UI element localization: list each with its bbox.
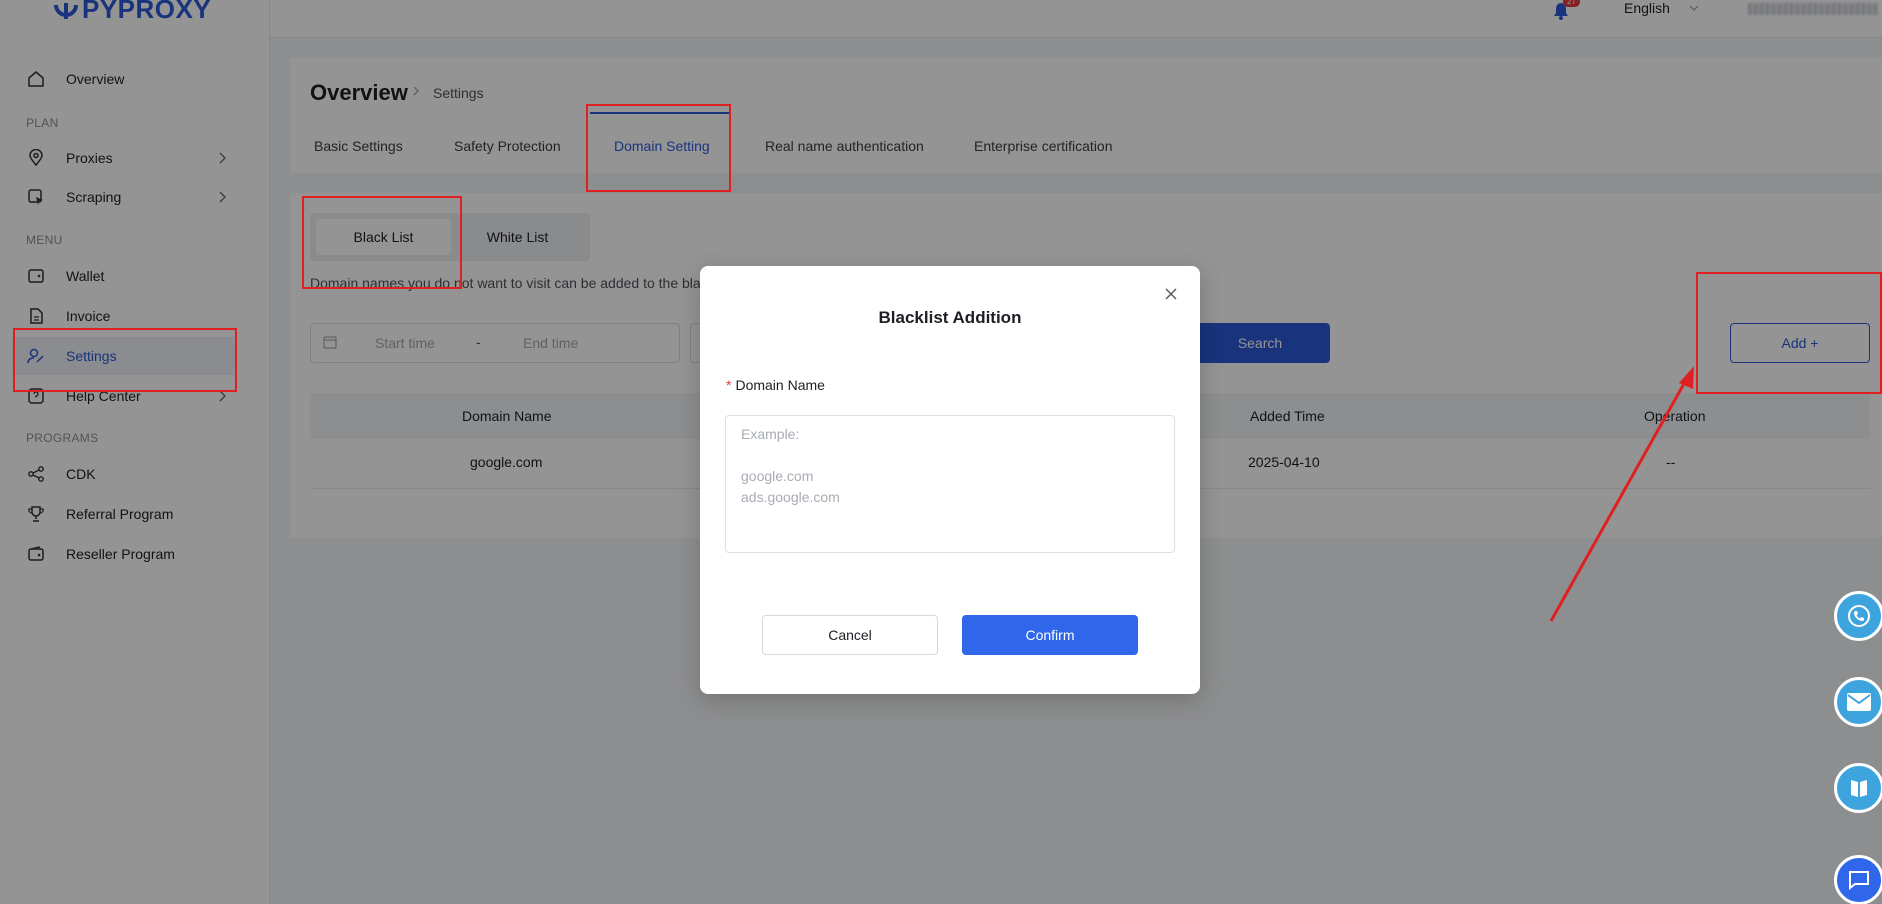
mail-icon bbox=[1847, 693, 1871, 711]
close-icon[interactable] bbox=[1164, 286, 1178, 304]
domain-name-textarea[interactable]: Example: google.com ads.google.com bbox=[725, 415, 1175, 553]
book-icon bbox=[1851, 780, 1867, 797]
confirm-button[interactable]: Confirm bbox=[962, 615, 1138, 655]
dialog-title: Blacklist Addition bbox=[878, 308, 1022, 327]
annotation-box-domain-setting bbox=[586, 104, 731, 192]
annotation-box-black-list bbox=[302, 196, 462, 289]
blacklist-addition-dialog: Blacklist Addition * Domain Name Example:… bbox=[700, 266, 1200, 694]
domain-name-label: * Domain Name bbox=[726, 377, 825, 393]
domain-name-label-text: Domain Name bbox=[735, 377, 825, 393]
docs-button[interactable] bbox=[1834, 763, 1882, 813]
phone-icon bbox=[1848, 605, 1870, 627]
annotation-box-add bbox=[1696, 272, 1882, 394]
annotation-box-settings bbox=[13, 328, 237, 392]
required-mark: * bbox=[726, 377, 732, 393]
chat-button[interactable] bbox=[1834, 855, 1882, 904]
email-button[interactable] bbox=[1834, 677, 1882, 727]
chat-icon bbox=[1849, 871, 1869, 891]
whatsapp-button[interactable] bbox=[1834, 591, 1882, 641]
cancel-button[interactable]: Cancel bbox=[762, 615, 938, 655]
